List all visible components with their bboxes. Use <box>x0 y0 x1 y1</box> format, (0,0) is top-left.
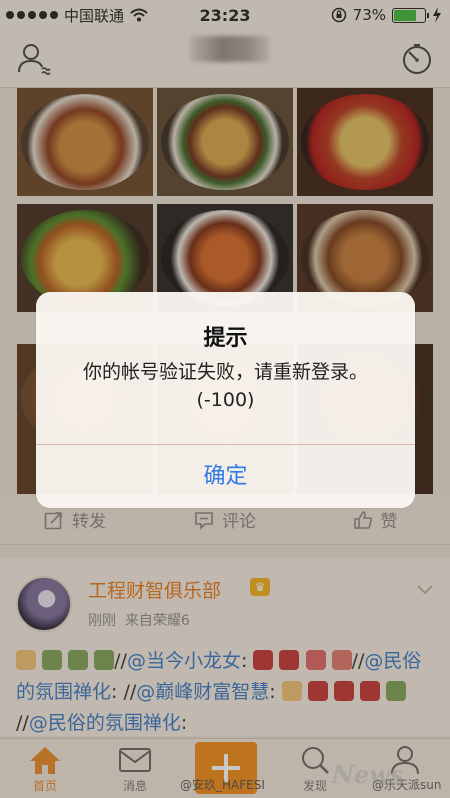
alert-dialog: 提示 你的帐号验证失败，请重新登录。 (-100) 确定 <box>36 292 415 508</box>
alert-message-line: 你的帐号验证失败，请重新登录。 <box>82 361 368 383</box>
alert-error-code: (-100) <box>196 389 255 411</box>
alert-title: 提示 <box>203 326 248 351</box>
alert-message: 你的帐号验证失败，请重新登录。 (-100) <box>46 358 405 414</box>
confirm-button[interactable]: 确定 <box>36 445 415 508</box>
